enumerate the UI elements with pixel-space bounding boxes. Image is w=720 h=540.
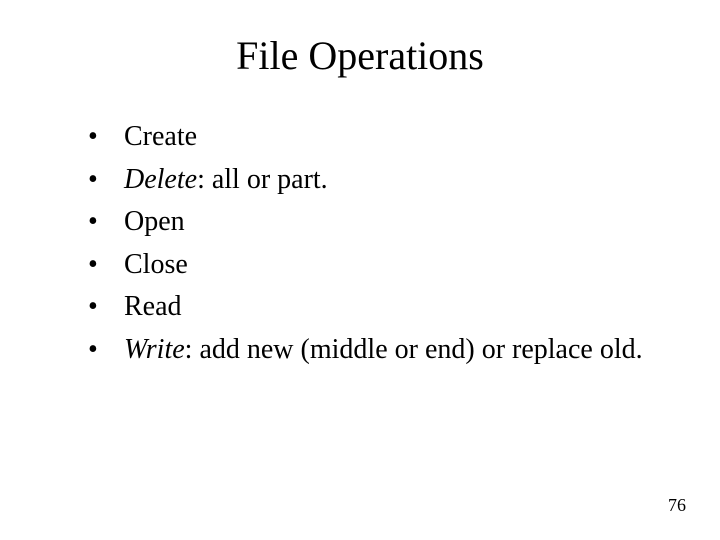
bullet-icon: •: [88, 245, 98, 286]
bullet-list: • Create • Delete: all or part. • Open •…: [60, 117, 660, 371]
slide-title: File Operations: [60, 32, 660, 79]
bullet-text: Open: [124, 206, 185, 237]
bullet-text: Read: [124, 291, 182, 322]
bullet-icon: •: [88, 117, 98, 158]
bullet-icon: •: [88, 160, 98, 201]
bullet-text: Create: [124, 121, 197, 152]
bullet-text: : add new (middle or end) or replace old…: [185, 334, 643, 365]
bullet-icon: •: [88, 330, 98, 371]
page-number: 76: [668, 495, 686, 516]
list-item: • Open: [88, 202, 660, 243]
bullet-icon: •: [88, 287, 98, 328]
slide: File Operations • Create • Delete: all o…: [0, 0, 720, 540]
list-item: • Read: [88, 287, 660, 328]
bullet-text: Close: [124, 249, 188, 280]
list-item: • Create: [88, 117, 660, 158]
list-item: • Delete: all or part.: [88, 160, 660, 201]
list-item: • Close: [88, 245, 660, 286]
bullet-icon: •: [88, 202, 98, 243]
list-item: • Write: add new (middle or end) or repl…: [88, 330, 660, 371]
bullet-em: Delete: [124, 164, 197, 195]
bullet-em: Write: [124, 334, 185, 365]
bullet-text: : all or part.: [197, 164, 328, 195]
